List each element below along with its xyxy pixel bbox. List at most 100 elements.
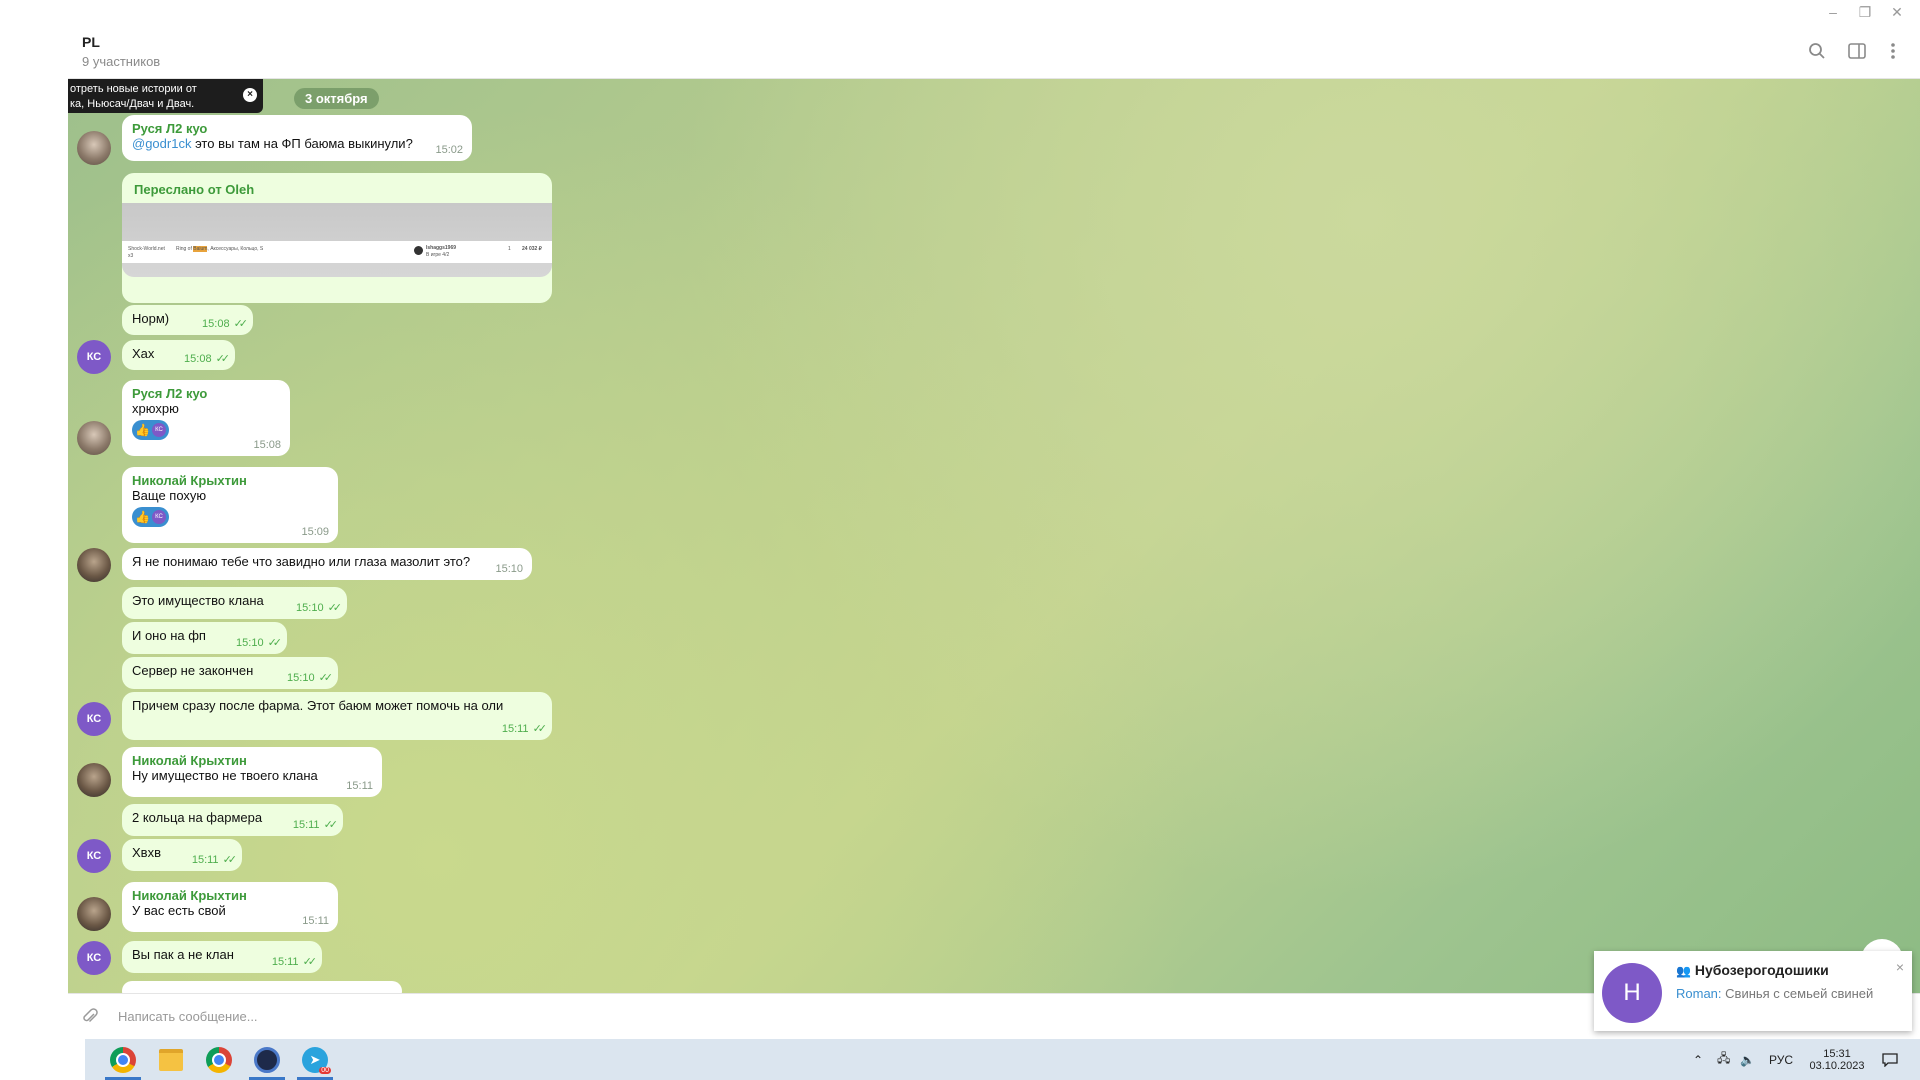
message-bubble[interactable]: И оно на фп 15:10 ✓✓ — [122, 622, 287, 654]
sender-name[interactable]: Николай Крыхтин — [132, 753, 372, 768]
message-text: Ваще похую — [132, 488, 207, 503]
sender-name[interactable]: Николай Крыхтин — [132, 888, 328, 903]
close-window-button[interactable]: ✕ — [1877, 0, 1917, 24]
time-label: 15:08 — [253, 439, 281, 451]
read-check-icon: ✓✓ — [233, 318, 249, 330]
forwarded-message[interactable]: Переслано от Oleh Shock-World.net x3 Rin… — [122, 173, 552, 303]
avatar[interactable] — [77, 763, 111, 797]
reactor-avatar: КС — [151, 510, 166, 524]
time-label: 15:10 — [296, 601, 324, 614]
volume-icon[interactable]: 🔈 — [1740, 1039, 1755, 1080]
network-icon[interactable]: 🖧 — [1717, 1039, 1730, 1080]
sender-name[interactable]: Николай Крыхтин — [132, 473, 328, 488]
message-text: Хах — [132, 346, 155, 361]
notification-toast[interactable]: Н 👥 Нубозерогодошики Roman: Свинья с сем… — [1594, 951, 1912, 1031]
message-time: 15:08 — [253, 439, 281, 451]
member-count: 9 участников — [82, 54, 161, 69]
avatar[interactable] — [77, 548, 111, 582]
clock[interactable]: 15:31 03.10.2023 — [1805, 1039, 1869, 1080]
listing-rate: x3 — [128, 253, 134, 259]
thumbs-up-icon: 👍 — [135, 510, 150, 524]
message-bubble[interactable]: Руся Л2 куо @godr1ck это вы там на ФП ба… — [122, 115, 472, 161]
game-launcher-icon[interactable] — [245, 1039, 289, 1080]
clock-time: 15:31 — [1823, 1047, 1851, 1060]
listing-price: 24 032 ₽ — [522, 246, 542, 252]
avatar[interactable]: КС — [77, 941, 111, 975]
avatar[interactable] — [77, 421, 111, 455]
message-bubble[interactable]: Это имущество клана 15:10 ✓✓ — [122, 587, 347, 619]
avatar[interactable]: КС — [77, 702, 111, 736]
time-label: 15:02 — [435, 144, 463, 156]
listing-qty: 1 — [508, 246, 511, 252]
forwarded-image[interactable] — [122, 203, 552, 277]
chat-title[interactable]: PL — [82, 34, 100, 50]
tray-overflow-icon[interactable]: ⌃ — [1693, 1039, 1703, 1080]
message-time: 15:11 — [302, 915, 329, 927]
message-bubble[interactable]: Норм) 15:08 ✓✓ — [122, 305, 253, 335]
attach-icon[interactable] — [82, 1008, 98, 1031]
read-check-icon: ✓✓ — [323, 819, 339, 831]
avatar[interactable]: КС — [77, 340, 111, 374]
seller-name: Ishaggs1969 — [426, 245, 457, 251]
message-input[interactable]: Написать сообщение... — [118, 1009, 258, 1024]
message-bubble[interactable]: Николай Крыхтин Ваще похую 👍 КС 15:09 — [122, 467, 338, 543]
group-icon: 👥 — [1676, 964, 1691, 978]
listing-item-highlight: Baium — [193, 246, 208, 252]
telegram-app-icon[interactable]: ➤ 00 — [293, 1039, 337, 1080]
seller-meta: В игре 4/2 — [426, 252, 450, 258]
listing-item-suffix: , Аксессуары, Кольцо, S — [207, 246, 264, 252]
more-options-icon[interactable] — [1879, 37, 1907, 65]
telegram-badge: 00 — [319, 1067, 331, 1074]
tooltip-close-icon[interactable]: × — [243, 88, 257, 102]
toast-message-text: Свинья с семьей свиней — [1721, 986, 1874, 1001]
message-bubble[interactable]: 2 кольца на фармера 15:11 ✓✓ — [122, 804, 343, 836]
chat-header[interactable]: PL 9 участников — [68, 24, 1920, 79]
time-label: 15:11 — [302, 915, 329, 927]
message-time: 15:11 ✓✓ — [292, 818, 339, 832]
reaction-chip[interactable]: 👍 КС — [132, 507, 169, 527]
sender-name[interactable]: Руся Л2 куо — [132, 121, 462, 136]
message-bubble[interactable]: Причем сразу после фарма. Этот баюм може… — [122, 692, 552, 740]
message-text: это вы там на ФП баюма выкинули? — [191, 136, 413, 151]
message-bubble[interactable]: Руся Л2 куо хрюхрю 👍 КС 15:08 — [122, 380, 290, 456]
reactions[interactable]: 👍 КС — [132, 420, 280, 440]
read-check-icon: ✓✓ — [267, 637, 283, 649]
reactor-avatar: КС — [151, 423, 166, 437]
sidebar-toggle-icon[interactable] — [1843, 37, 1871, 65]
time-label: 15:11 — [292, 818, 320, 831]
message-list[interactable]: отреть новые истории от ка, Ньюсач/Двач … — [68, 79, 1920, 993]
read-check-icon: ✓✓ — [327, 602, 343, 614]
reaction-chip[interactable]: 👍 КС — [132, 420, 169, 440]
avatar[interactable] — [77, 131, 111, 165]
message-bubble[interactable]: Сервер не закончен 15:10 ✓✓ — [122, 657, 338, 689]
search-icon[interactable] — [1803, 37, 1831, 65]
message-text: Я не понимаю тебе что завидно или глаза … — [132, 554, 471, 569]
file-explorer-icon[interactable] — [149, 1039, 193, 1080]
message-bubble[interactable]: Я не понимаю тебе что завидно или глаза … — [122, 548, 532, 580]
message-bubble[interactable]: Хах 15:08 ✓✓ — [122, 340, 235, 370]
forward-label[interactable]: Переслано от Oleh — [122, 173, 552, 197]
message-time: 15:10 ✓✓ — [236, 636, 283, 650]
seller-avatar — [414, 246, 423, 255]
message-text: Хвхв — [132, 845, 161, 860]
chrome-app-icon[interactable] — [101, 1039, 145, 1080]
reactions[interactable]: 👍 КС — [132, 507, 328, 527]
time-label: 15:08 — [202, 317, 230, 330]
language-indicator[interactable]: РУС — [1769, 1039, 1793, 1080]
sender-name[interactable]: Руся Л2 куо — [132, 386, 280, 401]
message-bubble[interactable]: Вы пак а не клан 15:11 ✓✓ — [122, 941, 322, 973]
message-bubble[interactable]: Николай Крыхтин Ну имущество не твоего к… — [122, 747, 382, 797]
chrome-profile-app-icon[interactable] — [197, 1039, 241, 1080]
message-time: 15:10 ✓✓ — [287, 671, 333, 685]
message-text: Норм) — [132, 311, 170, 326]
message-bubble[interactable]: Хвхв 15:11 ✓✓ — [122, 839, 242, 871]
notification-center-icon[interactable] — [1882, 1039, 1898, 1080]
avatar[interactable] — [77, 897, 111, 931]
toast-close-icon[interactable]: × — [1896, 959, 1904, 975]
message-text: Вы пак а не клан — [132, 947, 234, 962]
message-bubble-partial[interactable] — [122, 981, 402, 993]
avatar[interactable]: КС — [77, 839, 111, 873]
message-bubble[interactable]: Николай Крыхтин У вас есть свой 15:11 — [122, 882, 338, 932]
listing-item-prefix: Ring of — [176, 246, 192, 252]
mention-link[interactable]: @godr1ck — [132, 136, 191, 151]
